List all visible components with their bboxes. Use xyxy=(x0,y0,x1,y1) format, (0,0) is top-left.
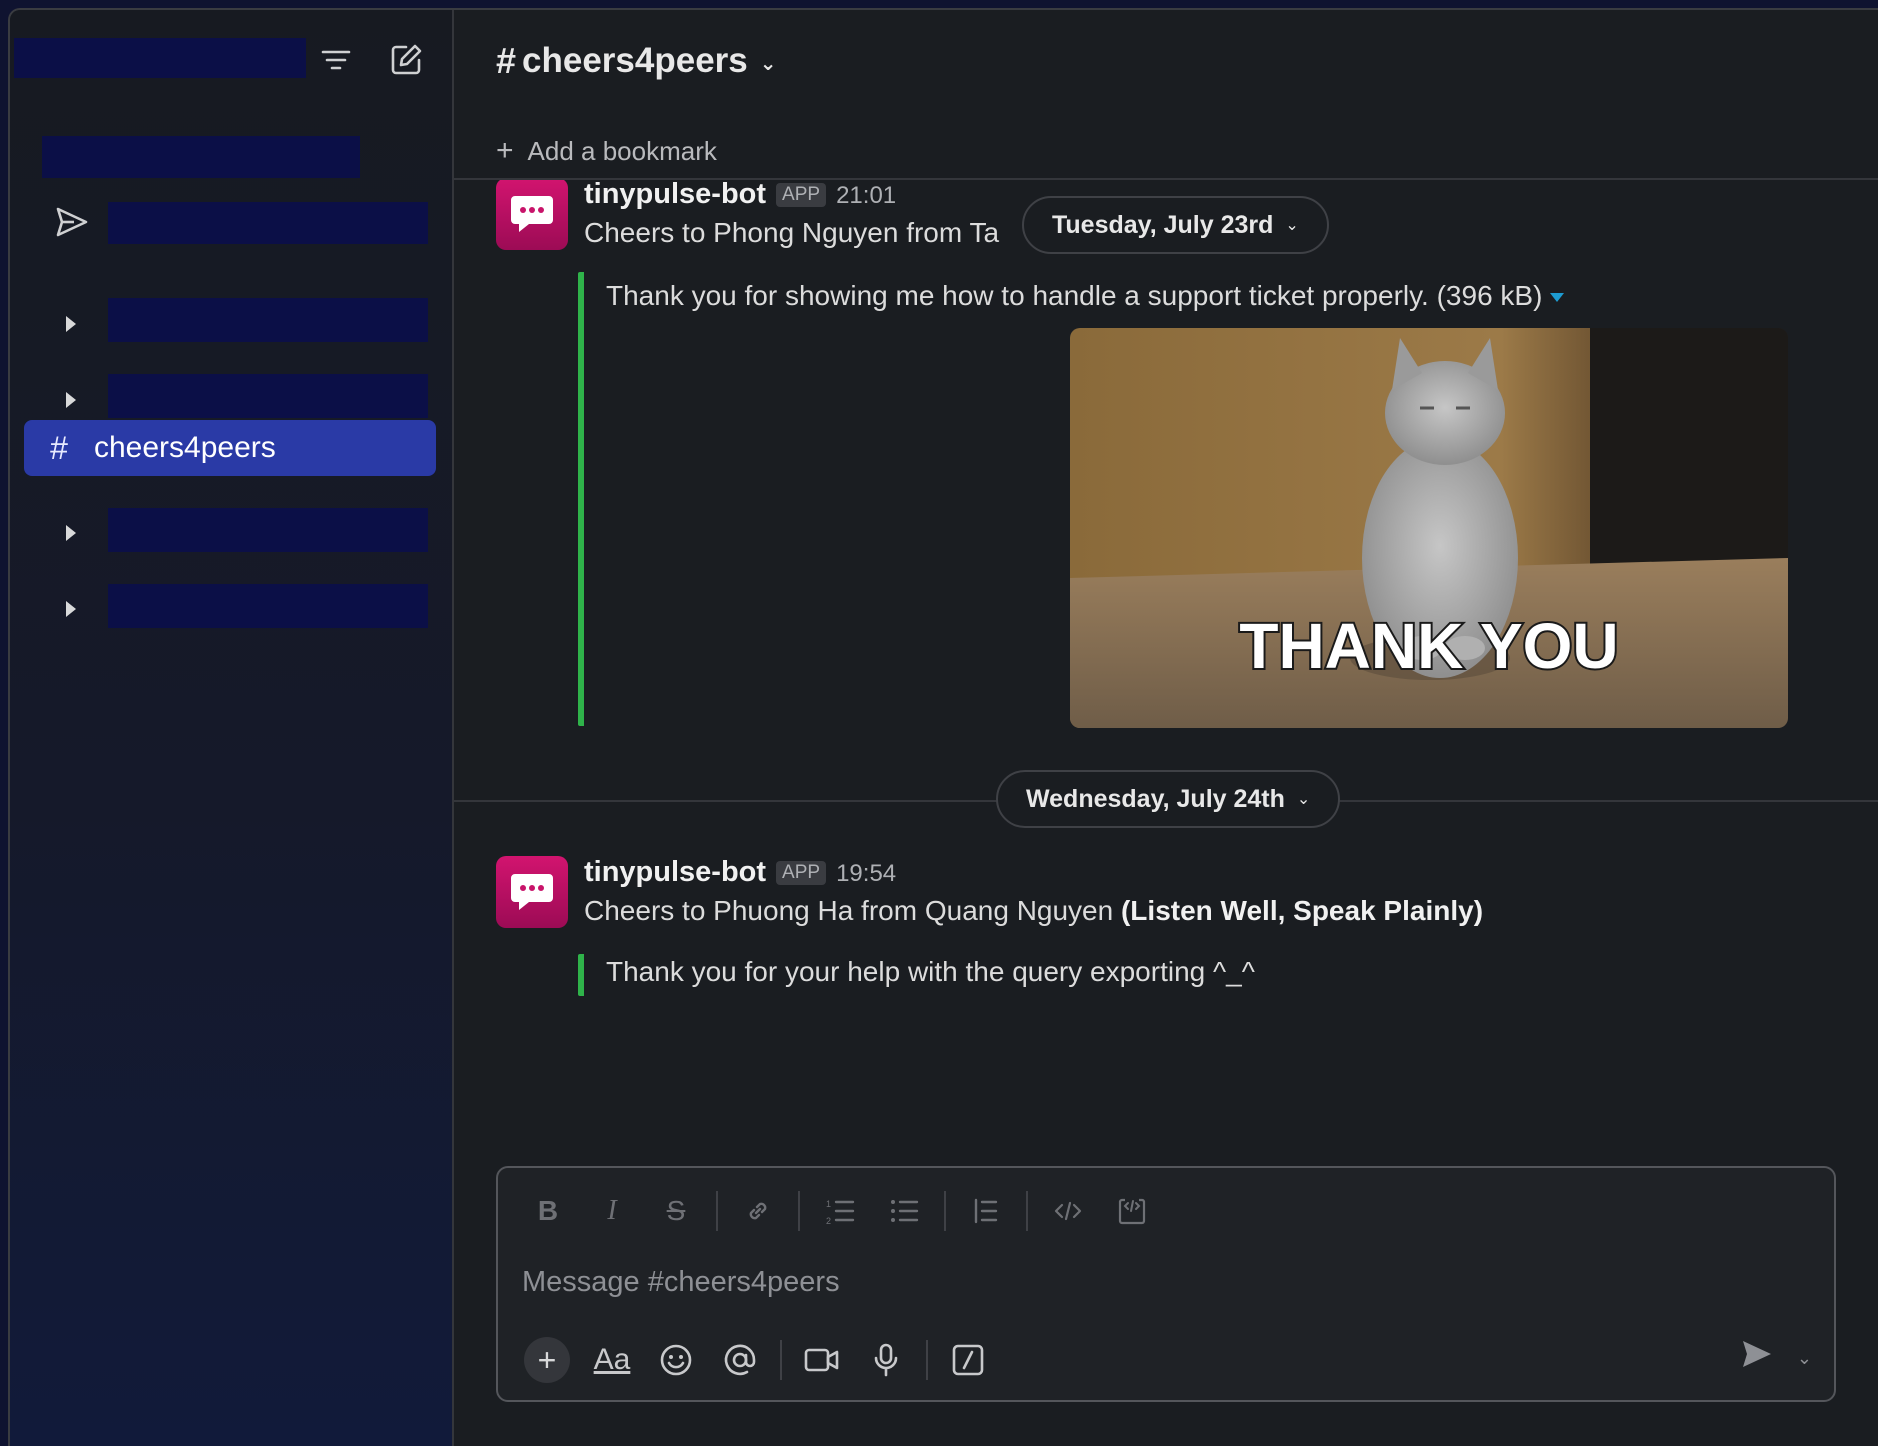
channel-title: cheers4peers xyxy=(522,41,748,80)
attachment-title[interactable]: Thank you for showing me how to handle a… xyxy=(606,280,1542,311)
svg-text:1: 1 xyxy=(826,1199,831,1209)
toolbar-divider xyxy=(716,1191,718,1231)
blockquote-icon[interactable] xyxy=(954,1186,1018,1236)
message-text: Cheers to Phuong Ha from Quang Nguyen (L… xyxy=(584,895,1483,927)
attachment-text: Thank you for your help with the query e… xyxy=(606,956,1255,987)
add-bookmark-button[interactable]: + Add a bookmark xyxy=(496,134,717,168)
chat-bubble-icon xyxy=(511,874,553,910)
bot-avatar[interactable] xyxy=(496,856,568,928)
message: tinypulse-bot APP 19:54 Cheers to Phuong… xyxy=(496,856,1483,928)
date-divider-button[interactable]: Tuesday, July 23rd ⌄ xyxy=(1022,196,1329,254)
filter-icon[interactable] xyxy=(312,40,360,80)
code-icon[interactable] xyxy=(1036,1186,1100,1236)
strikethrough-icon[interactable]: S xyxy=(644,1186,708,1236)
message-timestamp[interactable]: 21:01 xyxy=(836,182,896,210)
sidebar-section-redacted[interactable] xyxy=(108,374,428,418)
caret-down-icon[interactable] xyxy=(1550,293,1565,303)
italic-icon[interactable]: I xyxy=(580,1186,644,1236)
chevron-down-icon: ⌄ xyxy=(1285,217,1299,234)
app-badge: APP xyxy=(776,861,827,885)
message-text-plain: Cheers to Phuong Ha from Quang Nguyen xyxy=(584,895,1121,926)
link-icon[interactable] xyxy=(726,1186,790,1236)
channel-hash-icon: # xyxy=(496,40,517,81)
send-icon xyxy=(52,202,92,242)
emoji-icon[interactable] xyxy=(644,1334,708,1386)
toolbar-divider xyxy=(944,1191,946,1231)
app-window: # cheers4peers # cheers4peers ⌄ + Add a … xyxy=(8,8,1878,1446)
mention-icon[interactable] xyxy=(708,1334,772,1386)
chevron-down-icon: ⌄ xyxy=(1296,791,1311,808)
message-author[interactable]: tinypulse-bot xyxy=(584,180,766,211)
compose-icon[interactable] xyxy=(382,36,430,84)
bot-avatar[interactable] xyxy=(496,180,568,250)
caret-right-icon[interactable] xyxy=(66,601,76,617)
toolbar-divider xyxy=(780,1340,782,1380)
microphone-icon[interactable] xyxy=(854,1334,918,1386)
message: tinypulse-bot APP 21:01 Cheers to Phong … xyxy=(496,180,999,250)
gif-caption: THANK YOU xyxy=(1239,610,1618,682)
sidebar-section-redacted[interactable] xyxy=(108,508,428,552)
channel-title-button[interactable]: # cheers4peers ⌄ xyxy=(496,40,777,82)
add-bookmark-label: Add a bookmark xyxy=(527,135,717,166)
send-icon[interactable] xyxy=(1740,1338,1774,1375)
svg-text:2: 2 xyxy=(826,1216,831,1225)
date-divider-label: Wednesday, July 24th xyxy=(1026,784,1285,813)
message-attachment: Thank you for your help with the query e… xyxy=(578,954,1255,996)
bulleted-list-icon[interactable] xyxy=(872,1186,936,1236)
chat-bubble-icon xyxy=(511,196,553,232)
message-text-bold: (Listen Well, Speak Plainly) xyxy=(1120,895,1484,926)
date-divider-label: Tuesday, July 23rd xyxy=(1052,210,1274,239)
sidebar-section-redacted[interactable] xyxy=(108,298,428,342)
chevron-down-icon[interactable]: ⌄ xyxy=(1797,1348,1812,1369)
slash-command-icon[interactable] xyxy=(936,1334,1000,1386)
sidebar: # cheers4peers xyxy=(10,10,454,1446)
plus-icon[interactable]: + xyxy=(524,1337,570,1383)
message-text: Cheers to Phong Nguyen from Ta xyxy=(584,217,1000,248)
sidebar-item-cheers4peers[interactable]: # cheers4peers xyxy=(24,420,436,476)
caret-right-icon[interactable] xyxy=(66,392,76,408)
toolbar-divider xyxy=(798,1191,800,1231)
toolbar-divider xyxy=(926,1340,928,1380)
formatting-toggle[interactable]: Aa xyxy=(580,1334,644,1386)
plus-icon: + xyxy=(496,134,514,167)
workspace-name-redacted[interactable] xyxy=(14,38,306,78)
video-icon[interactable] xyxy=(790,1334,854,1386)
chevron-down-icon: ⌄ xyxy=(759,52,777,75)
format-toolbar: B I S 12 xyxy=(516,1186,1164,1236)
date-divider-button[interactable]: Wednesday, July 24th ⌄ xyxy=(996,770,1341,828)
message-timestamp[interactable]: 19:54 xyxy=(836,860,896,888)
ordered-list-icon[interactable]: 12 xyxy=(808,1186,872,1236)
channel-hash-icon: # xyxy=(50,429,68,466)
message-input[interactable]: Message #cheers4peers xyxy=(522,1266,840,1299)
sidebar-item-redacted[interactable] xyxy=(108,202,428,244)
thank-you-gif[interactable]: THANK YOU xyxy=(1070,328,1788,728)
channel-view: # cheers4peers ⌄ + Add a bookmark tinypu… xyxy=(454,10,1878,1446)
toolbar-divider xyxy=(1026,1191,1028,1231)
cat-image: THANK YOU xyxy=(1070,328,1788,728)
attachment-text: Thank you for showing me how to handle a… xyxy=(584,280,1565,312)
app-badge: APP xyxy=(776,183,827,207)
composer-actions: + Aa xyxy=(514,1334,1000,1386)
bold-icon[interactable]: B xyxy=(516,1186,580,1236)
sidebar-item-label: cheers4peers xyxy=(94,431,276,464)
section-header-redacted[interactable] xyxy=(42,136,360,178)
caret-right-icon[interactable] xyxy=(66,525,76,541)
message-author[interactable]: tinypulse-bot xyxy=(584,856,766,889)
caret-right-icon[interactable] xyxy=(66,316,76,332)
code-block-icon[interactable] xyxy=(1100,1186,1164,1236)
sidebar-section-redacted[interactable] xyxy=(108,584,428,628)
message-composer[interactable]: B I S 12 Message #cheers4peers + Aa ⌄ xyxy=(496,1166,1836,1402)
